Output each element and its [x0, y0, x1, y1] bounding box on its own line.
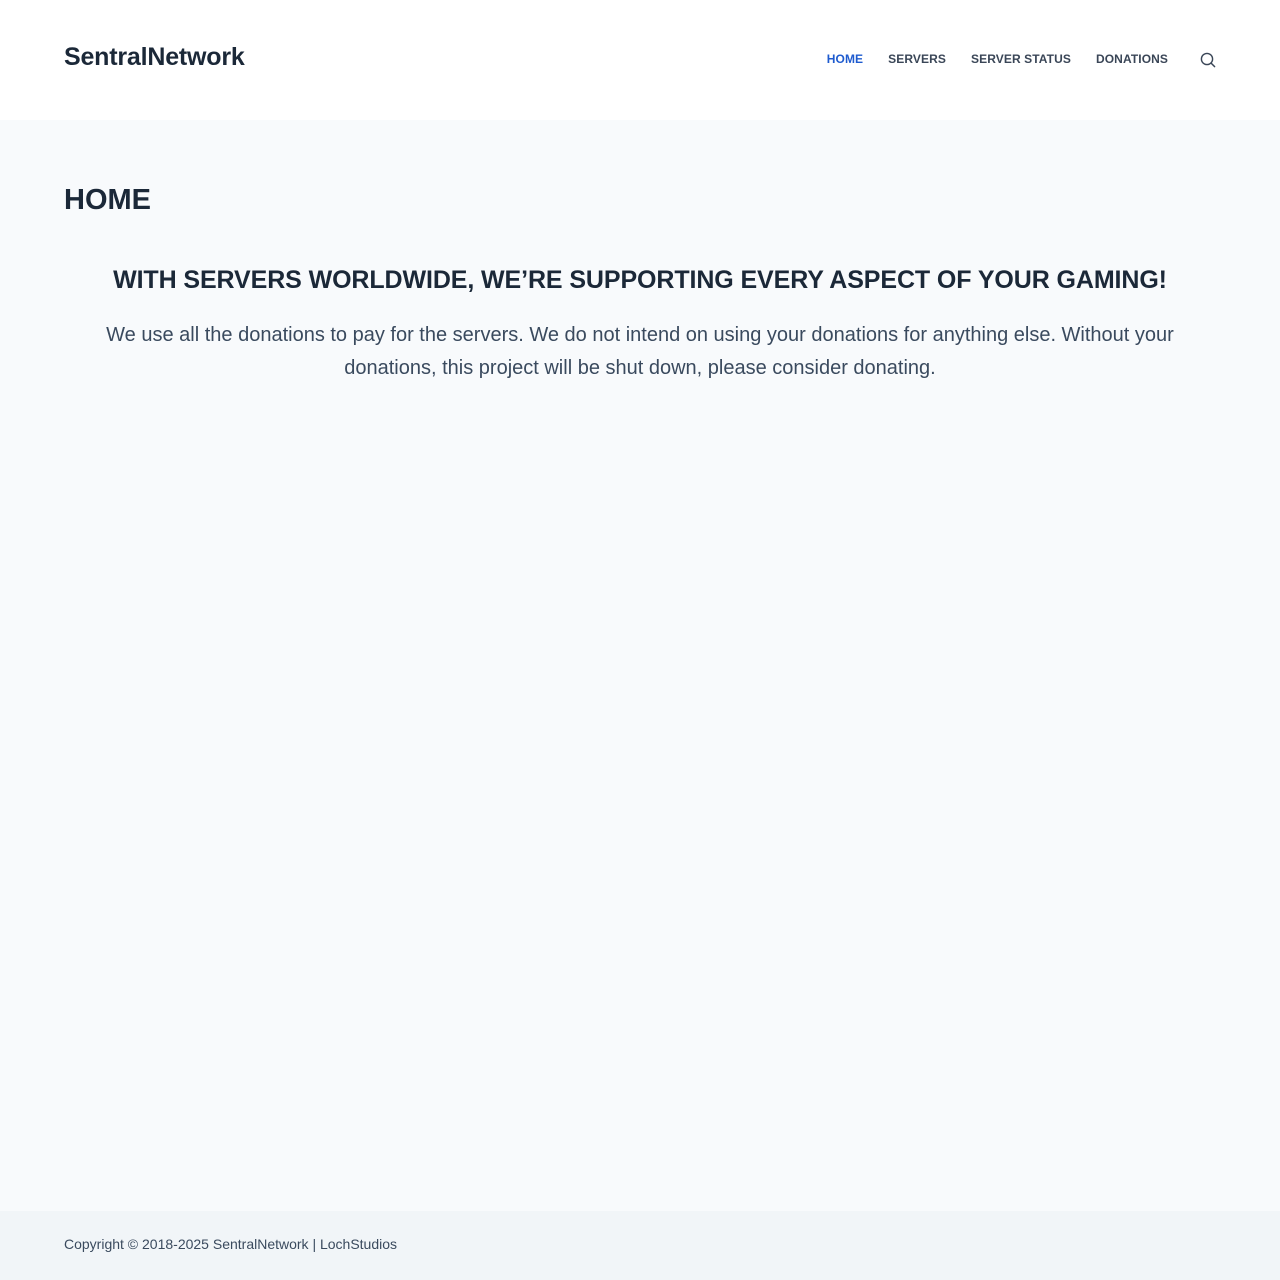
hero-heading: WITH SERVERS WORLDWIDE, WE’RE SUPPORTING… [113, 266, 1167, 294]
main-content: HOME WITH SERVERS WORLDWIDE, WE’RE SUPPO… [0, 120, 1280, 1211]
hero-text: We use all the donations to pay for the … [106, 324, 1174, 379]
nav-link-servers[interactable]: SERVERS [888, 52, 946, 66]
site-header: SentralNetwork HOME SERVERS SERVER STATU… [0, 0, 1280, 120]
nav-link-donations[interactable]: DONATIONS [1096, 52, 1168, 66]
site-footer: Copyright © 2018-2025 SentralNetwork | L… [0, 1211, 1280, 1280]
site-title-link[interactable]: SentralNetwork [64, 43, 245, 72]
nav-link-home[interactable]: HOME [827, 52, 863, 66]
search-button[interactable] [1196, 48, 1220, 72]
search-icon [1200, 52, 1216, 68]
page-title: HOME [64, 184, 151, 216]
copyright-text: Copyright © 2018-2025 SentralNetwork | L… [64, 1236, 398, 1252]
nav-link-server-status[interactable]: SERVER STATUS [971, 52, 1071, 66]
main-navigation: HOME SERVERS SERVER STATUS DONATIONS [827, 52, 1168, 66]
